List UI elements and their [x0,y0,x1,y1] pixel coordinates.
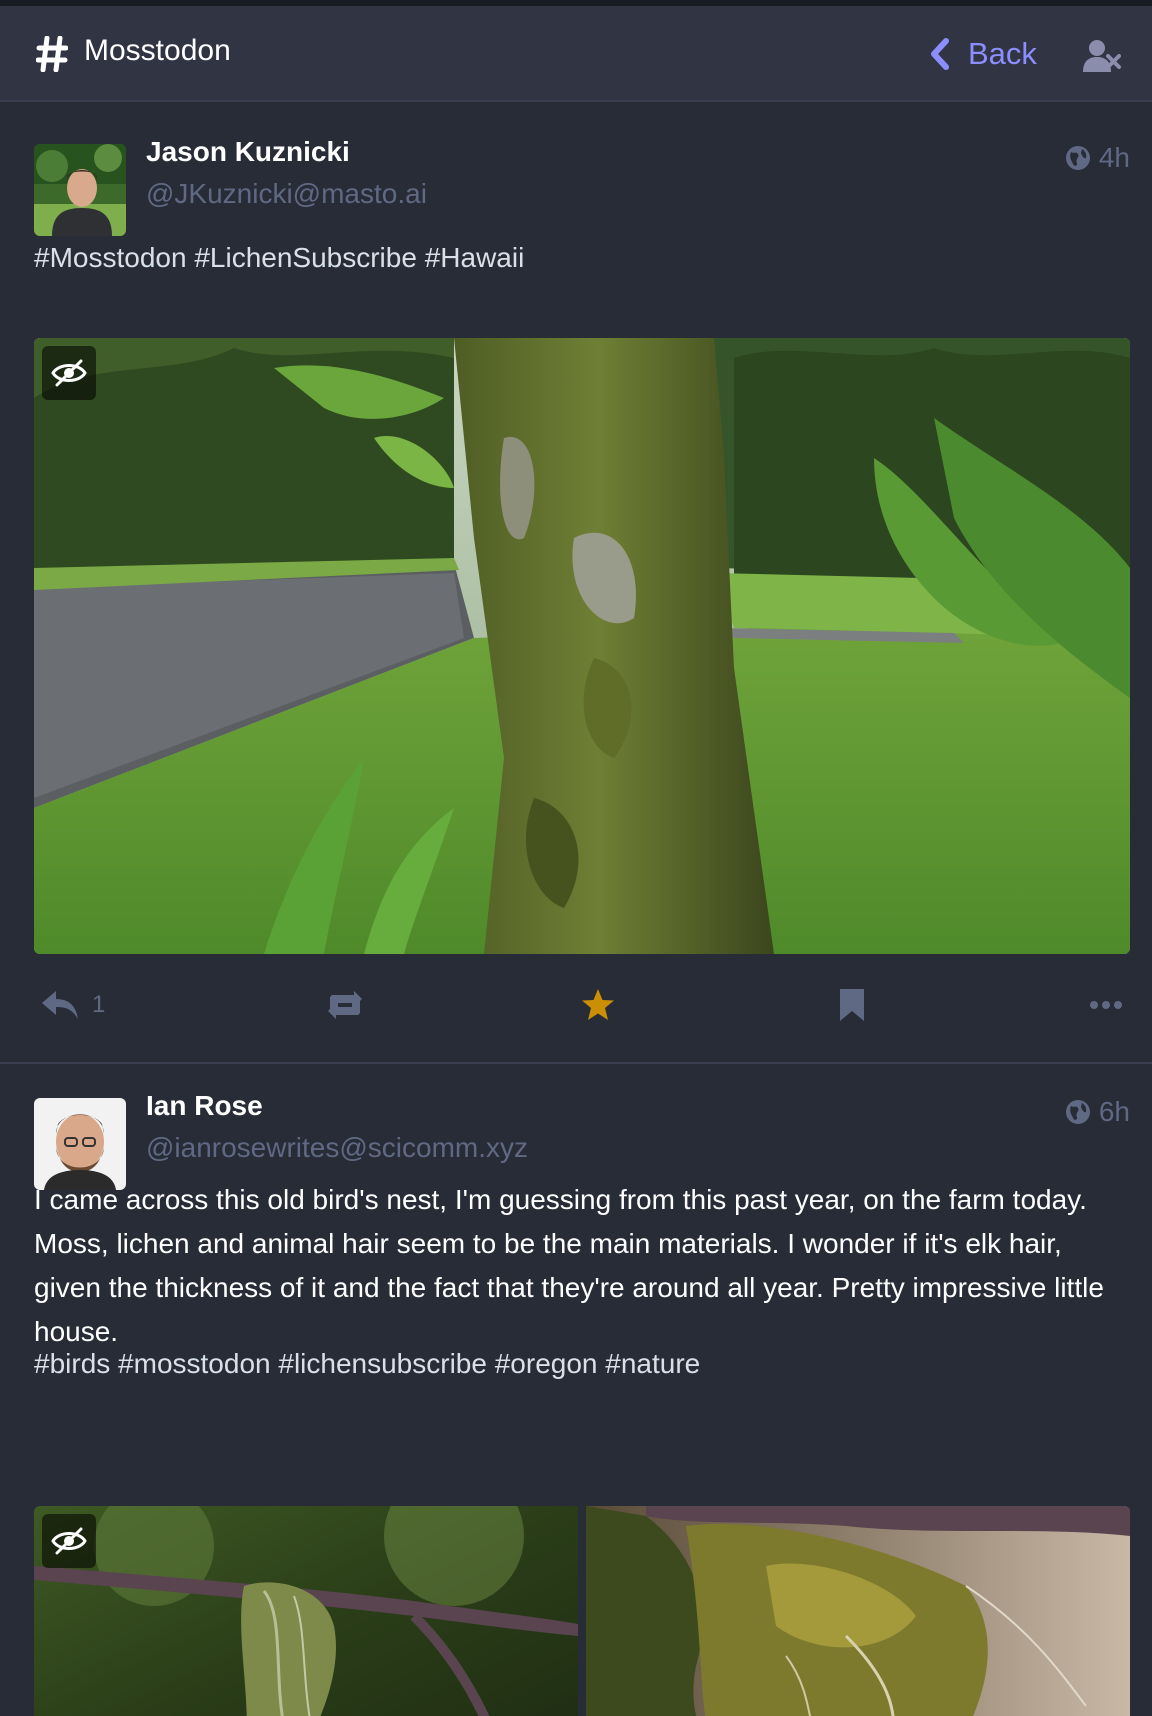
globe-icon [1065,146,1090,170]
user-times-icon[interactable] [1082,38,1122,74]
star-icon [582,989,614,1020]
status-card[interactable]: Jason Kuznicki @JKuznicki@masto.ai 4h #M… [0,104,1152,1062]
hide-media-button[interactable] [42,1514,96,1568]
hashtag-link[interactable]: #LichenSubscribe [194,242,417,273]
boost-button[interactable] [324,980,366,1030]
hashtag-link[interactable]: #birds [34,1348,110,1379]
avatar[interactable] [34,1098,126,1190]
favourite-button[interactable] [580,980,616,1030]
status-timestamp[interactable]: 6h [1065,1096,1130,1128]
chevron-left-icon [931,38,949,70]
photo-moss-tree [34,338,1130,954]
reply-button[interactable]: 1 [40,980,105,1030]
eye-slash-icon [51,1527,87,1555]
hide-media-button[interactable] [42,346,96,400]
globe-icon [1065,1100,1090,1124]
hashtag-link[interactable]: #Hawaii [425,242,525,273]
photo-bird-nest-branch [34,1506,578,1716]
status-card[interactable]: Ian Rose @ianrosewrites@scicomm.xyz 6h I… [0,1064,1152,1716]
more-options-button[interactable] [1090,980,1122,1030]
bookmark-icon [840,989,864,1021]
status-text: I came across this old bird's nest, I'm … [34,1184,1104,1347]
media-photo[interactable] [34,338,1130,954]
ellipsis-icon [1090,1001,1122,1009]
status-hashtags: #birds #mosstodon #lichensubscribe #oreg… [34,1342,1124,1386]
time-label: 4h [1098,142,1130,173]
hashtag-icon [36,36,68,72]
hashtag-link[interactable]: #Mosstodon [34,242,187,273]
reply-icon [42,991,78,1019]
column-title: Mosstodon [84,34,231,67]
back-button[interactable]: Back [928,32,1037,76]
hashtag-link[interactable]: #mosstodon [118,1348,271,1379]
display-name[interactable]: Ian Rose [146,1090,263,1122]
media-photo[interactable] [586,1506,1130,1716]
eye-slash-icon [51,359,87,387]
account-handle[interactable]: @JKuznicki@masto.ai [146,178,427,210]
retweet-icon [328,991,362,1019]
hashtag-link[interactable]: #nature [605,1348,700,1379]
media-photo[interactable] [34,1506,578,1716]
status-content: I came across this old bird's nest, I'm … [34,1178,1124,1354]
column-header: Mosstodon Back [0,6,1152,102]
hashtag-link[interactable]: #lichensubscribe [278,1348,487,1379]
time-label: 6h [1098,1096,1130,1127]
photo-bird-nest-closeup [586,1506,1130,1716]
account-handle[interactable]: @ianrosewrites@scicomm.xyz [146,1132,528,1164]
back-label: Back [968,36,1037,71]
bookmark-button[interactable] [838,980,866,1030]
reply-count: 1 [92,991,106,1018]
hashtag-link[interactable]: #oregon [495,1348,598,1379]
avatar[interactable] [34,144,126,236]
status-content: #Mosstodon #LichenSubscribe #Hawaii [34,236,1124,280]
display-name[interactable]: Jason Kuznicki [146,136,350,168]
status-action-bar: 1 [0,980,1152,1030]
status-timestamp[interactable]: 4h [1065,142,1130,174]
